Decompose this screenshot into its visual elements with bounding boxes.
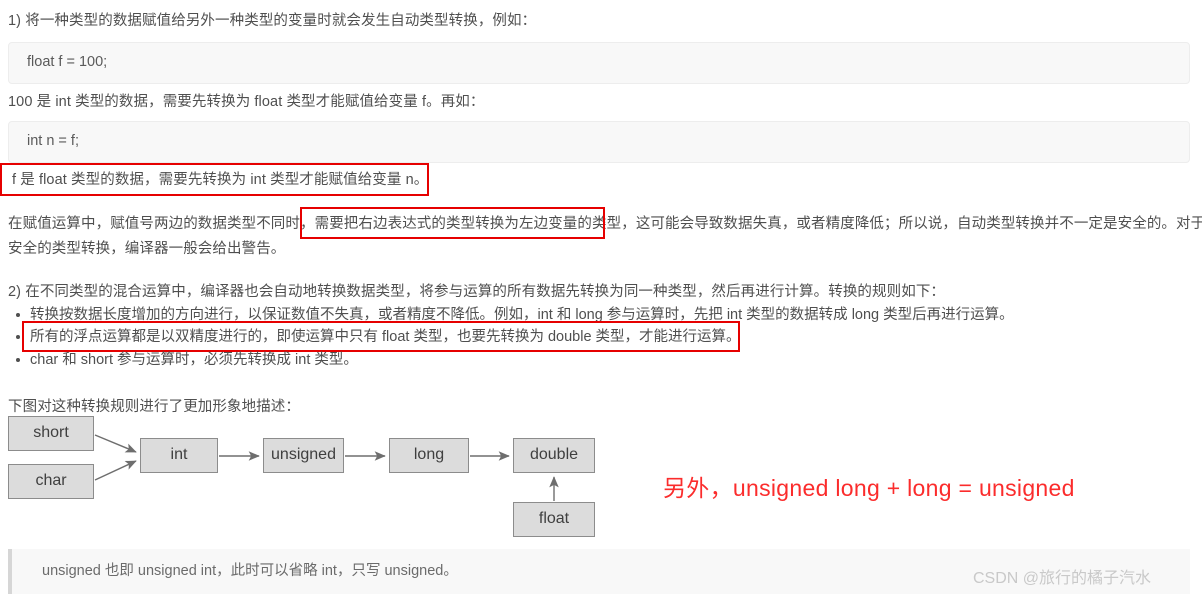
bullet-icon [16,313,20,317]
paragraph-intro-1: 1) 将一种类型的数据赋值给另外一种类型的变量时就会发生自动类型转换，例如： [8,13,537,29]
arrow-char-to-int [94,460,137,481]
paragraph-part-a: 在赋值运算中，赋值号两边的数据类型不同时， [8,216,315,232]
article-page: 1) 将一种类型的数据赋值给另外一种类型的变量时就会发生自动类型转换，例如： f… [0,0,1202,600]
csdn-watermark: CSDN @旅行的橘子汽水 [973,570,1152,587]
code-block-int-declaration: int n = f; [8,121,1190,163]
diagram-node-int: int [140,438,218,473]
diagram-node-label: long [413,446,445,464]
arrow-short-to-int [94,434,137,453]
diagram-node-float: float [513,502,595,537]
paragraph-assignment-rule-line2: 安全的类型转换，编译器一般会给出警告。 [8,241,286,257]
paragraph-intro-2: 2) 在不同类型的混合运算中，编译器也会自动地转换数据类型，将参与运算的所有数据… [8,284,946,300]
paragraph-highlight-1: f 是 float 类型的数据，需要先转换为 int 类型才能赋值给变量 n。 [12,172,429,188]
rule-list-item-3: char 和 short 参与运算时，必须先转换成 int 类型。 [16,349,358,373]
bullet-icon [16,335,20,339]
paragraph-between: 100 是 int 类型的数据，需要先转换为 float 类型才能赋值给变量 f… [8,94,485,110]
bullet-icon [16,358,20,362]
diagram-node-label: int [170,446,188,464]
code-text: int n = f; [27,133,79,150]
diagram-node-label: short [33,424,69,442]
red-annotation-note: 另外，unsigned long + long = unsigned [663,475,1075,501]
diagram-node-label: double [529,446,579,464]
diagram-node-double: double [513,438,595,473]
code-text: float f = 100; [27,54,108,71]
diagram-node-unsigned: unsigned [263,438,344,473]
rule-text: 转换按数据长度增加的方向进行，以保证数值不失真，或者精度不降低。例如，int 和… [30,307,1014,323]
diagram-node-label: unsigned [271,446,336,464]
blockquote-text: unsigned 也即 unsigned int，此时可以省略 int，只写 u… [42,562,458,579]
rule-text: char 和 short 参与运算时，必须先转换成 int 类型。 [30,352,358,368]
paragraph-part-highlighted: 需要把右边表达式的类型转换为左边变量的类型 [314,216,622,232]
rule-list-item-1: 转换按数据长度增加的方向进行，以保证数值不失真，或者精度不降低。例如，int 和… [16,304,1014,328]
rule-text: 所有的浮点运算都是以双精度进行的，即使运算中只有 float 类型，也要先转换为… [30,329,741,345]
diagram-node-long: long [389,438,469,473]
rule-list-item-2: 所有的浮点运算都是以双精度进行的，即使运算中只有 float 类型，也要先转换为… [16,326,741,350]
paragraph-part-c: ，这可能会导致数据失真，或者精度降低；所以说，自动类型转换并不一定是安全的。对于… [621,216,1202,232]
code-block-float-declaration: float f = 100; [8,42,1190,84]
diagram-node-label: float [538,510,570,528]
diagram-node-short: short [8,416,94,451]
paragraph-assignment-rule-line1: 在赋值运算中，赋值号两边的数据类型不同时，需要把右边表达式的类型转换为左边变量的… [8,213,1202,237]
diagram-node-char: char [8,464,94,499]
diagram-node-label: char [35,472,67,490]
